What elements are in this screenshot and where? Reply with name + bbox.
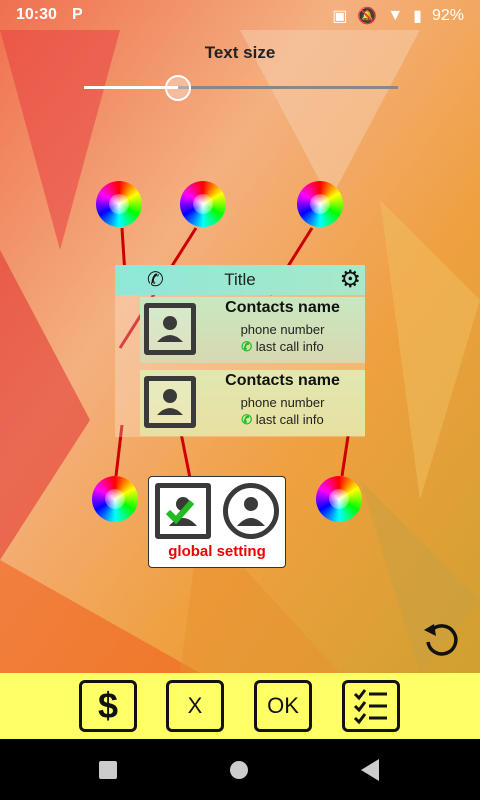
widget-preview: ✆ Title ⚙ Contacts name phone number ✆ l… bbox=[115, 265, 365, 437]
round-avatar-option[interactable] bbox=[223, 483, 279, 539]
contact-phone: phone number bbox=[240, 395, 325, 410]
contact-call-info: ✆ last call info bbox=[200, 412, 365, 428]
ok-label: OK bbox=[267, 693, 299, 718]
bottom-toolbar: $ X OK bbox=[0, 673, 480, 739]
contact-name: Contacts name bbox=[225, 299, 340, 316]
home-icon[interactable] bbox=[230, 761, 248, 779]
color-wheel-header[interactable] bbox=[180, 181, 226, 227]
color-wheel-border[interactable] bbox=[92, 476, 138, 522]
checklist-button[interactable] bbox=[342, 680, 400, 732]
square-avatar-option[interactable] bbox=[155, 483, 211, 539]
reset-icon[interactable] bbox=[420, 616, 464, 660]
global-setting-label: global setting bbox=[168, 543, 266, 560]
gear-icon[interactable]: ⚙ bbox=[339, 265, 361, 294]
contact-avatar-icon bbox=[144, 303, 196, 355]
contact-phone: phone number bbox=[240, 322, 325, 337]
call-info-text: last call info bbox=[255, 412, 324, 427]
color-wheel-item-bg[interactable] bbox=[316, 476, 362, 522]
call-info-text: last call info bbox=[255, 339, 324, 354]
color-wheel-title-text[interactable] bbox=[297, 181, 343, 227]
cancel-label: X bbox=[187, 693, 203, 718]
widget-header: ✆ Title ⚙ bbox=[115, 265, 365, 295]
donate-button[interactable]: $ bbox=[79, 680, 137, 732]
color-wheel-widget-bg[interactable] bbox=[96, 181, 142, 227]
contact-item: Contacts name phone number ✆ last call i… bbox=[140, 297, 365, 363]
cancel-button[interactable]: X bbox=[166, 680, 224, 732]
contact-avatar-icon bbox=[144, 376, 196, 428]
call-icon: ✆ bbox=[241, 339, 253, 354]
contact-call-info: ✆ last call info bbox=[200, 339, 365, 355]
back-icon[interactable] bbox=[361, 759, 379, 781]
donate-label: $ bbox=[97, 685, 119, 726]
recents-icon[interactable] bbox=[99, 761, 117, 779]
contact-name: Contacts name bbox=[225, 372, 340, 389]
checklist-icon bbox=[353, 689, 387, 725]
navigation-bar bbox=[0, 739, 480, 800]
global-setting-panel[interactable]: global setting bbox=[148, 476, 286, 568]
call-icon: ✆ bbox=[241, 412, 253, 427]
ok-button[interactable]: OK bbox=[254, 680, 312, 732]
contact-item: Contacts name phone number ✆ last call i… bbox=[140, 370, 365, 436]
widget-title: Title bbox=[224, 270, 256, 289]
